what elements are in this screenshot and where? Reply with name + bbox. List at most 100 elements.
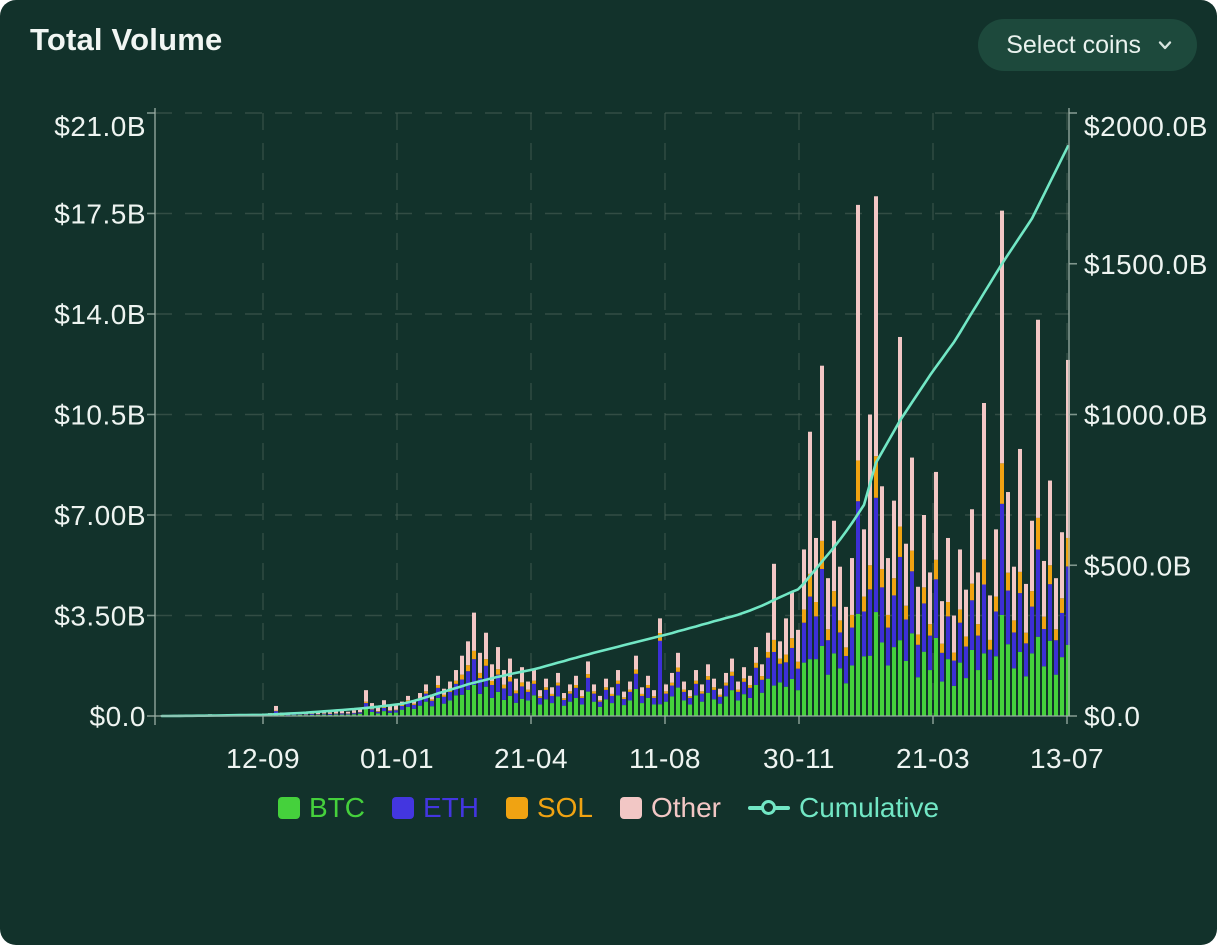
- bar-segment-sol: [982, 560, 986, 585]
- bar-segment-other: [784, 618, 788, 654]
- bar-segment-eth: [448, 692, 452, 701]
- bar-segment-btc: [616, 695, 620, 716]
- bar-segment-btc: [760, 693, 764, 716]
- bar-segment-other: [562, 693, 566, 698]
- bar-segment-other: [928, 572, 932, 624]
- bar-segment-other: [730, 659, 734, 672]
- bar-segment-btc: [550, 703, 554, 716]
- bar-segment-sol: [604, 687, 608, 690]
- bar-segment-eth: [1060, 613, 1064, 657]
- bar-segment-sol: [1024, 633, 1028, 644]
- bar-segment-btc: [622, 705, 626, 716]
- bar-segment-other: [634, 656, 638, 670]
- bar-segment-sol: [460, 675, 464, 680]
- bar-segment-eth: [916, 645, 920, 677]
- bar-segment-eth: [520, 686, 524, 698]
- bar-segment-other: [952, 616, 956, 653]
- bar-segment-eth: [346, 714, 350, 715]
- bar-segment-eth: [1030, 607, 1034, 654]
- bar-segment-other: [640, 687, 644, 694]
- bar-segment-sol: [466, 665, 470, 671]
- bar-segment-eth: [562, 700, 566, 706]
- bar-segment-btc: [556, 696, 560, 716]
- bar-segment-other: [1036, 320, 1040, 518]
- bar-segment-other: [946, 538, 950, 602]
- bar-segment-sol: [634, 669, 638, 673]
- bar-segment-sol: [826, 629, 830, 640]
- bar-segment-sol: [598, 700, 602, 701]
- bar-segment-btc: [988, 680, 992, 716]
- legend-item-btc[interactable]: BTC: [278, 792, 365, 824]
- bar-segment-sol: [784, 655, 788, 663]
- bar-segment-eth: [910, 571, 914, 633]
- bar-segment-other: [1024, 584, 1028, 633]
- y-left-tick-label: $0.0: [90, 701, 147, 732]
- bar-segment-btc: [1030, 653, 1034, 716]
- bar-segment-other: [646, 676, 650, 685]
- bar-segment-eth: [850, 628, 854, 666]
- bar-segment-sol: [676, 667, 680, 671]
- bar-segment-sol: [496, 669, 500, 674]
- legend-item-cumulative[interactable]: Cumulative: [748, 792, 939, 824]
- bar-segment-sol: [940, 644, 944, 653]
- legend-item-sol[interactable]: SOL: [506, 792, 593, 824]
- bar-segment-eth: [652, 698, 656, 705]
- bar-segment-sol: [388, 710, 392, 711]
- legend-item-eth[interactable]: ETH: [392, 792, 479, 824]
- bar-segment-btc: [802, 663, 806, 716]
- y-right-tick-label: $2000.0B: [1084, 111, 1208, 142]
- bar-segment-other: [916, 587, 920, 635]
- bar-segment-other: [484, 633, 488, 659]
- bar-segment-other: [352, 710, 356, 713]
- x-tick-label: 21-04: [494, 743, 568, 774]
- legend-label-sol: SOL: [537, 792, 593, 824]
- bar-segment-other: [622, 692, 626, 698]
- bar-segment-eth: [1054, 640, 1058, 674]
- bar-segment-btc: [898, 640, 902, 716]
- bar-segment-btc: [520, 699, 524, 716]
- bar-segment-other: [472, 613, 476, 651]
- bar-segment-other: [934, 472, 938, 560]
- bar-segment-sol: [682, 690, 686, 692]
- bar-segment-btc: [502, 700, 506, 716]
- btc-swatch-icon: [278, 797, 300, 819]
- y-left-tick-label: $17.5B: [54, 199, 146, 230]
- bar-segment-eth: [382, 708, 386, 711]
- bar-segment-other: [1030, 521, 1034, 591]
- bar-segment-other: [970, 509, 974, 583]
- bar-segment-sol: [274, 711, 278, 712]
- bar-segment-sol: [394, 710, 398, 711]
- bar-segment-btc: [778, 682, 782, 716]
- bar-segment-sol: [856, 460, 860, 501]
- bar-segment-eth: [394, 710, 398, 712]
- bar-segment-other: [574, 676, 578, 685]
- bar-segment-btc: [826, 675, 830, 716]
- bar-segment-other: [802, 549, 806, 609]
- bar-segment-other: [532, 670, 536, 681]
- bar-segment-other: [604, 679, 608, 688]
- bar-segment-other: [754, 647, 758, 663]
- bar-segment-sol: [934, 560, 938, 580]
- bar-segment-eth: [820, 569, 824, 646]
- bar-segment-eth: [892, 595, 896, 647]
- eth-swatch-icon: [392, 797, 414, 819]
- legend-item-other[interactable]: Other: [620, 792, 721, 824]
- bar-segment-sol: [520, 682, 524, 686]
- bar-segment-other: [556, 673, 560, 683]
- bar-segment-other: [1018, 449, 1022, 572]
- bar-segment-sol: [592, 691, 596, 693]
- bar-segment-btc: [646, 698, 650, 716]
- bar-segment-eth: [568, 694, 572, 702]
- bar-segment-sol: [970, 584, 974, 601]
- bar-segment-eth: [934, 579, 938, 638]
- bar-segment-eth: [676, 672, 680, 688]
- bar-segment-other: [994, 529, 998, 596]
- bar-segment-other: [700, 684, 704, 691]
- bar-segment-eth: [376, 712, 380, 714]
- bar-segment-eth: [388, 711, 392, 713]
- bar-segment-sol: [760, 676, 764, 680]
- bar-segment-btc: [460, 695, 464, 716]
- bar-segment-sol: [622, 697, 626, 699]
- bar-segment-sol: [610, 694, 614, 696]
- bar-segment-eth: [550, 696, 554, 703]
